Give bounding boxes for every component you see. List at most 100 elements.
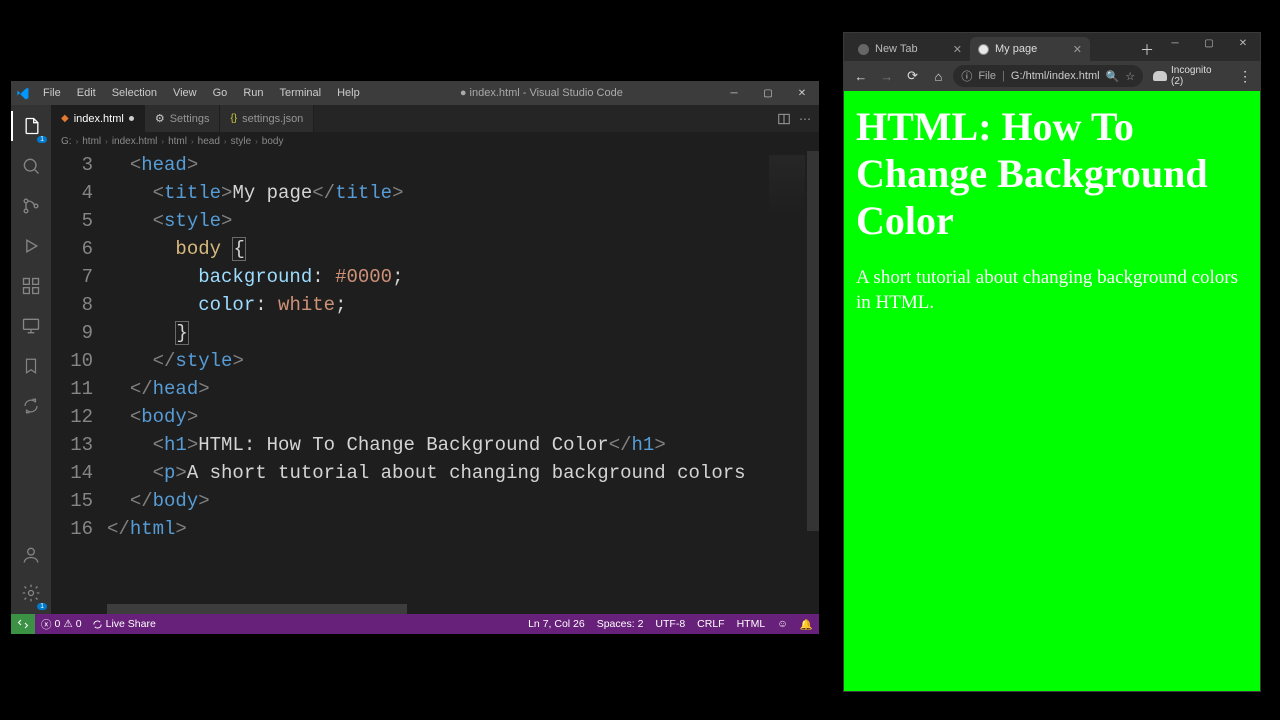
back-button[interactable]: ← [850, 65, 872, 87]
tab-title: New Tab [875, 43, 918, 55]
chrome-menu-button[interactable]: ⋮ [1236, 68, 1254, 85]
page-viewport[interactable]: HTML: How To Change Background Color A s… [844, 91, 1260, 691]
code-lines[interactable]: <head> <title>My page</title> <style> bo… [107, 151, 819, 614]
page-heading: HTML: How To Change Background Color [856, 103, 1248, 245]
new-tab-button[interactable]: ＋ [1136, 39, 1158, 61]
status-encoding[interactable]: UTF-8 [655, 618, 685, 630]
menu-terminal[interactable]: Terminal [274, 85, 328, 101]
status-liveshare[interactable]: Live Share [92, 618, 156, 630]
url-text: G:/html/index.html [1011, 70, 1100, 82]
horizontal-scrollbar[interactable] [107, 604, 807, 614]
status-bell-icon[interactable]: 🔔 [800, 618, 813, 631]
warning-count: 0 [76, 618, 82, 630]
vscode-titlebar[interactable]: FileEditSelectionViewGoRunTerminalHelp ●… [11, 81, 819, 105]
breadcrumb-segment[interactable]: body [262, 136, 284, 147]
more-actions-icon[interactable]: ⋯ [799, 112, 811, 126]
settings-gear-icon[interactable]: 1 [11, 578, 51, 608]
status-spaces[interactable]: Spaces: 2 [597, 618, 644, 630]
address-bar[interactable]: ⓘ File | G:/html/index.html 🔍 ☆ [953, 65, 1143, 87]
chevron-right-icon: › [191, 137, 194, 146]
menu-file[interactable]: File [37, 85, 67, 101]
account-icon[interactable] [11, 540, 51, 570]
line-gutter: 345678910111213141516 [51, 151, 107, 614]
favicon-icon [858, 44, 869, 55]
code-editor[interactable]: 345678910111213141516 <head> <title>My p… [51, 151, 819, 614]
status-language[interactable]: HTML [737, 618, 766, 630]
chevron-right-icon: › [76, 137, 79, 146]
chrome-close-button[interactable]: ✕ [1226, 33, 1260, 53]
chrome-maximize-button[interactable]: ▢ [1192, 33, 1226, 53]
vscode-window: FileEditSelectionViewGoRunTerminalHelp ●… [10, 80, 820, 635]
minimize-button[interactable]: ─ [717, 81, 751, 105]
explorer-icon[interactable]: 1 [11, 111, 51, 141]
breadcrumb[interactable]: G:›html›index.html›html›head›style›body [51, 133, 819, 151]
tab-close-icon[interactable]: ✕ [1073, 43, 1082, 56]
breadcrumb-segment[interactable]: head [198, 136, 220, 147]
breadcrumb-segment[interactable]: style [231, 136, 252, 147]
liveshare-icon[interactable] [11, 391, 51, 421]
run-debug-icon[interactable] [11, 231, 51, 261]
chrome-window: New Tab✕My page✕ ＋ ─ ▢ ✕ ← → ⟳ ⌂ ⓘ File … [843, 32, 1261, 692]
editor-area: ◆index.html ⚙ Settings {} settings.json ⋯ G:… [51, 105, 819, 614]
search-icon[interactable] [11, 151, 51, 181]
menu-help[interactable]: Help [331, 85, 366, 101]
tab-label: Settings [170, 113, 210, 125]
tab-close-icon[interactable]: ✕ [953, 43, 962, 56]
status-eol[interactable]: CRLF [697, 618, 724, 630]
split-editor-icon[interactable] [777, 112, 791, 126]
menu-view[interactable]: View [167, 85, 203, 101]
window-controls: ─ ▢ ✕ [717, 81, 819, 105]
home-button[interactable]: ⌂ [927, 65, 949, 87]
maximize-button[interactable]: ▢ [751, 81, 785, 105]
remote-indicator[interactable] [11, 614, 35, 634]
status-bar: ⓧ0 ⚠0 Live Share Ln 7, Col 26 Spaces: 2 … [11, 614, 819, 634]
menu-edit[interactable]: Edit [71, 85, 102, 101]
vscode-logo-icon [11, 86, 33, 100]
vertical-scrollbar[interactable] [807, 151, 819, 614]
explorer-badge: 1 [37, 136, 47, 143]
chrome-toolbar: ← → ⟳ ⌂ ⓘ File | G:/html/index.html 🔍 ☆ … [844, 61, 1260, 91]
menu-go[interactable]: Go [207, 85, 234, 101]
status-problems[interactable]: ⓧ0 ⚠0 [41, 617, 82, 632]
incognito-icon [1153, 71, 1167, 81]
chevron-right-icon: › [161, 137, 164, 146]
forward-button[interactable]: → [876, 65, 898, 87]
minimap[interactable] [769, 155, 805, 215]
menu-selection[interactable]: Selection [106, 85, 163, 101]
zoom-icon[interactable]: 🔍 [1106, 70, 1120, 83]
breadcrumb-segment[interactable]: index.html [112, 136, 158, 147]
editor-tab-settings[interactable]: ⚙ Settings [145, 105, 221, 132]
browser-tab-my-page[interactable]: My page✕ [970, 37, 1090, 61]
chrome-minimize-button[interactable]: ─ [1158, 33, 1192, 53]
incognito-label: Incognito (2) [1171, 65, 1226, 87]
status-feedback-icon[interactable]: ☺ [777, 618, 788, 630]
chevron-right-icon: › [105, 137, 108, 146]
remote-explorer-icon[interactable] [11, 311, 51, 341]
chevron-right-icon: › [224, 137, 227, 146]
editor-tab-index-html[interactable]: ◆index.html [51, 105, 145, 132]
activity-bar: 1 [11, 105, 51, 614]
modified-dot-icon [129, 116, 134, 121]
site-info-icon[interactable]: ⓘ [961, 68, 972, 84]
source-control-icon[interactable] [11, 191, 51, 221]
breadcrumb-segment[interactable]: html [168, 136, 187, 147]
editor-tab-settings-json[interactable]: {} settings.json [220, 105, 314, 132]
gear-icon: ⚙ [155, 112, 165, 125]
menu-run[interactable]: Run [237, 85, 269, 101]
json-file-icon: {} [230, 113, 237, 124]
chevron-right-icon: › [255, 137, 258, 146]
chrome-tabstrip: New Tab✕My page✕ ＋ ─ ▢ ✕ [844, 33, 1260, 61]
bookmark-star-icon[interactable]: ☆ [1125, 70, 1135, 83]
settings-badge: 1 [37, 603, 47, 610]
incognito-indicator[interactable]: Incognito (2) [1147, 65, 1232, 87]
breadcrumb-segment[interactable]: G: [61, 136, 72, 147]
reload-button[interactable]: ⟳ [902, 65, 924, 87]
bookmark-icon[interactable] [11, 351, 51, 381]
tab-label: settings.json [242, 113, 303, 125]
breadcrumb-segment[interactable]: html [82, 136, 101, 147]
status-position[interactable]: Ln 7, Col 26 [528, 618, 585, 630]
close-button[interactable]: ✕ [785, 81, 819, 105]
browser-tab-new-tab[interactable]: New Tab ✕ [850, 37, 970, 61]
url-scheme: File [978, 70, 996, 82]
extensions-icon[interactable] [11, 271, 51, 301]
